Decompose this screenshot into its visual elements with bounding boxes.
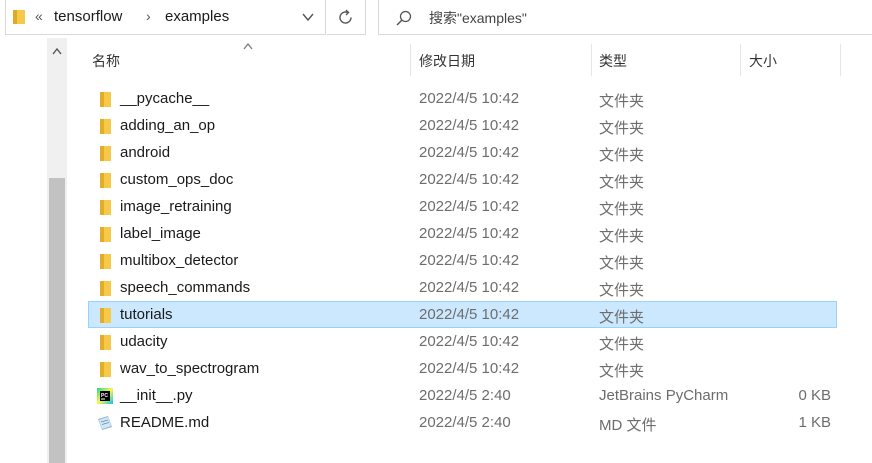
file-type: 文件夹 bbox=[599, 174, 645, 191]
file-row[interactable]: image_retraining 2022/4/5 10:42 文件夹 bbox=[88, 193, 837, 220]
search-box[interactable] bbox=[378, 0, 872, 35]
file-date: 2022/4/5 10:42 bbox=[419, 360, 520, 377]
file-name: image_retraining bbox=[120, 198, 232, 215]
folder-icon bbox=[97, 199, 113, 215]
file-date: 2022/4/5 10:42 bbox=[419, 117, 520, 134]
file-row[interactable]: label_image 2022/4/5 10:42 文件夹 bbox=[88, 220, 837, 247]
file-type: 文件夹 bbox=[599, 363, 645, 380]
file-row[interactable]: multibox_detector 2022/4/5 10:42 文件夹 bbox=[88, 247, 837, 274]
file-date: 2022/4/5 10:42 bbox=[419, 171, 520, 188]
file-type: 文件夹 bbox=[599, 93, 645, 110]
file-name: adding_an_op bbox=[120, 117, 216, 134]
file-type: JetBrains PyCharm bbox=[599, 387, 729, 404]
svg-text:PC: PC bbox=[101, 393, 108, 399]
file-date: 2022/4/5 10:42 bbox=[419, 225, 520, 242]
file-type: 文件夹 bbox=[599, 228, 645, 245]
file-date: 2022/4/5 10:42 bbox=[419, 333, 520, 350]
file-row[interactable]: tutorials 2022/4/5 10:42 文件夹 bbox=[88, 301, 837, 328]
file-row[interactable]: wav_to_spectrogram 2022/4/5 10:42 文件夹 bbox=[88, 355, 837, 382]
file-name: multibox_detector bbox=[120, 252, 239, 269]
file-date: 2022/4/5 2:40 bbox=[419, 414, 511, 431]
file-date: 2022/4/5 10:42 bbox=[419, 198, 520, 215]
top-bar: « tensorflow › examples bbox=[0, 0, 872, 36]
file-date: 2022/4/5 10:42 bbox=[419, 252, 520, 269]
scroll-up-button[interactable] bbox=[47, 38, 67, 68]
file-row[interactable]: android 2022/4/5 10:42 文件夹 bbox=[88, 139, 837, 166]
breadcrumb-examples[interactable]: examples bbox=[165, 8, 229, 25]
folder-icon bbox=[97, 334, 113, 350]
chevron-up-icon bbox=[52, 48, 62, 55]
address-bar[interactable]: « tensorflow › examples bbox=[5, 0, 326, 35]
vertical-scrollbar[interactable] bbox=[47, 38, 67, 463]
file-name: README.md bbox=[120, 414, 210, 431]
folder-icon bbox=[13, 10, 25, 24]
folder-icon bbox=[97, 145, 113, 161]
file-name: android bbox=[120, 144, 171, 161]
chevron-down-icon[interactable] bbox=[302, 12, 314, 22]
file-size: 0 KB bbox=[798, 387, 831, 404]
file-type: 文件夹 bbox=[599, 201, 645, 218]
file-type: 文件夹 bbox=[599, 282, 645, 299]
breadcrumb-tensorflow[interactable]: tensorflow bbox=[54, 8, 122, 25]
folder-icon bbox=[97, 172, 113, 188]
column-headers: 名称 修改日期 类型 大小 bbox=[68, 42, 872, 80]
chevron-right-icon[interactable]: › bbox=[146, 8, 151, 24]
file-row[interactable]: PC __init__.py 2022/4/5 2:40 JetBrains PyCh… bbox=[88, 382, 837, 409]
folder-icon bbox=[97, 361, 113, 377]
folder-icon bbox=[97, 253, 113, 269]
file-row[interactable]: custom_ops_doc 2022/4/5 10:42 文件夹 bbox=[88, 166, 837, 193]
pycharm-file-icon: PC bbox=[97, 388, 113, 404]
folder-icon bbox=[97, 307, 113, 323]
file-row[interactable]: speech_commands 2022/4/5 10:42 文件夹 bbox=[88, 274, 837, 301]
file-row[interactable]: __pycache__ 2022/4/5 10:42 文件夹 bbox=[88, 85, 837, 112]
file-name: label_image bbox=[120, 225, 201, 242]
file-row[interactable]: udacity 2022/4/5 10:42 文件夹 bbox=[88, 328, 837, 355]
file-name: udacity bbox=[120, 333, 168, 350]
search-input[interactable] bbox=[429, 8, 829, 28]
scroll-thumb[interactable] bbox=[49, 178, 65, 463]
file-date: 2022/4/5 10:42 bbox=[419, 306, 520, 323]
file-type: 文件夹 bbox=[599, 336, 645, 353]
file-type: 文件夹 bbox=[599, 255, 645, 272]
folder-icon bbox=[97, 118, 113, 134]
column-header-size[interactable]: 大小 bbox=[741, 42, 841, 80]
file-name: tutorials bbox=[120, 306, 173, 323]
md-file-icon bbox=[97, 415, 113, 431]
file-name: wav_to_spectrogram bbox=[120, 360, 260, 377]
file-type: 文件夹 bbox=[599, 120, 645, 137]
file-type: MD 文件 bbox=[599, 417, 657, 434]
file-name: __init__.py bbox=[120, 387, 193, 404]
refresh-button[interactable] bbox=[327, 0, 366, 35]
file-type: 文件夹 bbox=[599, 147, 645, 164]
file-type: 文件夹 bbox=[599, 309, 645, 326]
overflow-chevron[interactable]: « bbox=[35, 8, 43, 24]
file-name: __pycache__ bbox=[120, 90, 210, 107]
file-date: 2022/4/5 2:40 bbox=[419, 387, 511, 404]
file-date: 2022/4/5 10:42 bbox=[419, 144, 520, 161]
search-icon bbox=[396, 10, 412, 26]
file-date: 2022/4/5 10:42 bbox=[419, 279, 520, 296]
folder-icon bbox=[97, 226, 113, 242]
column-header-name[interactable]: 名称 bbox=[84, 42, 410, 80]
column-header-date[interactable]: 修改日期 bbox=[411, 42, 591, 80]
column-header-type[interactable]: 类型 bbox=[591, 42, 741, 80]
file-size: 1 KB bbox=[798, 414, 831, 431]
file-row[interactable]: adding_an_op 2022/4/5 10:42 文件夹 bbox=[88, 112, 837, 139]
file-name: custom_ops_doc bbox=[120, 171, 234, 188]
file-date: 2022/4/5 10:42 bbox=[419, 90, 520, 107]
folder-icon bbox=[97, 280, 113, 296]
column-divider[interactable] bbox=[840, 44, 841, 76]
refresh-icon bbox=[339, 9, 352, 24]
folder-icon bbox=[97, 91, 113, 107]
file-name: speech_commands bbox=[120, 279, 251, 296]
file-row[interactable]: README.md 2022/4/5 2:40 MD 文件 1 KB bbox=[88, 409, 837, 436]
